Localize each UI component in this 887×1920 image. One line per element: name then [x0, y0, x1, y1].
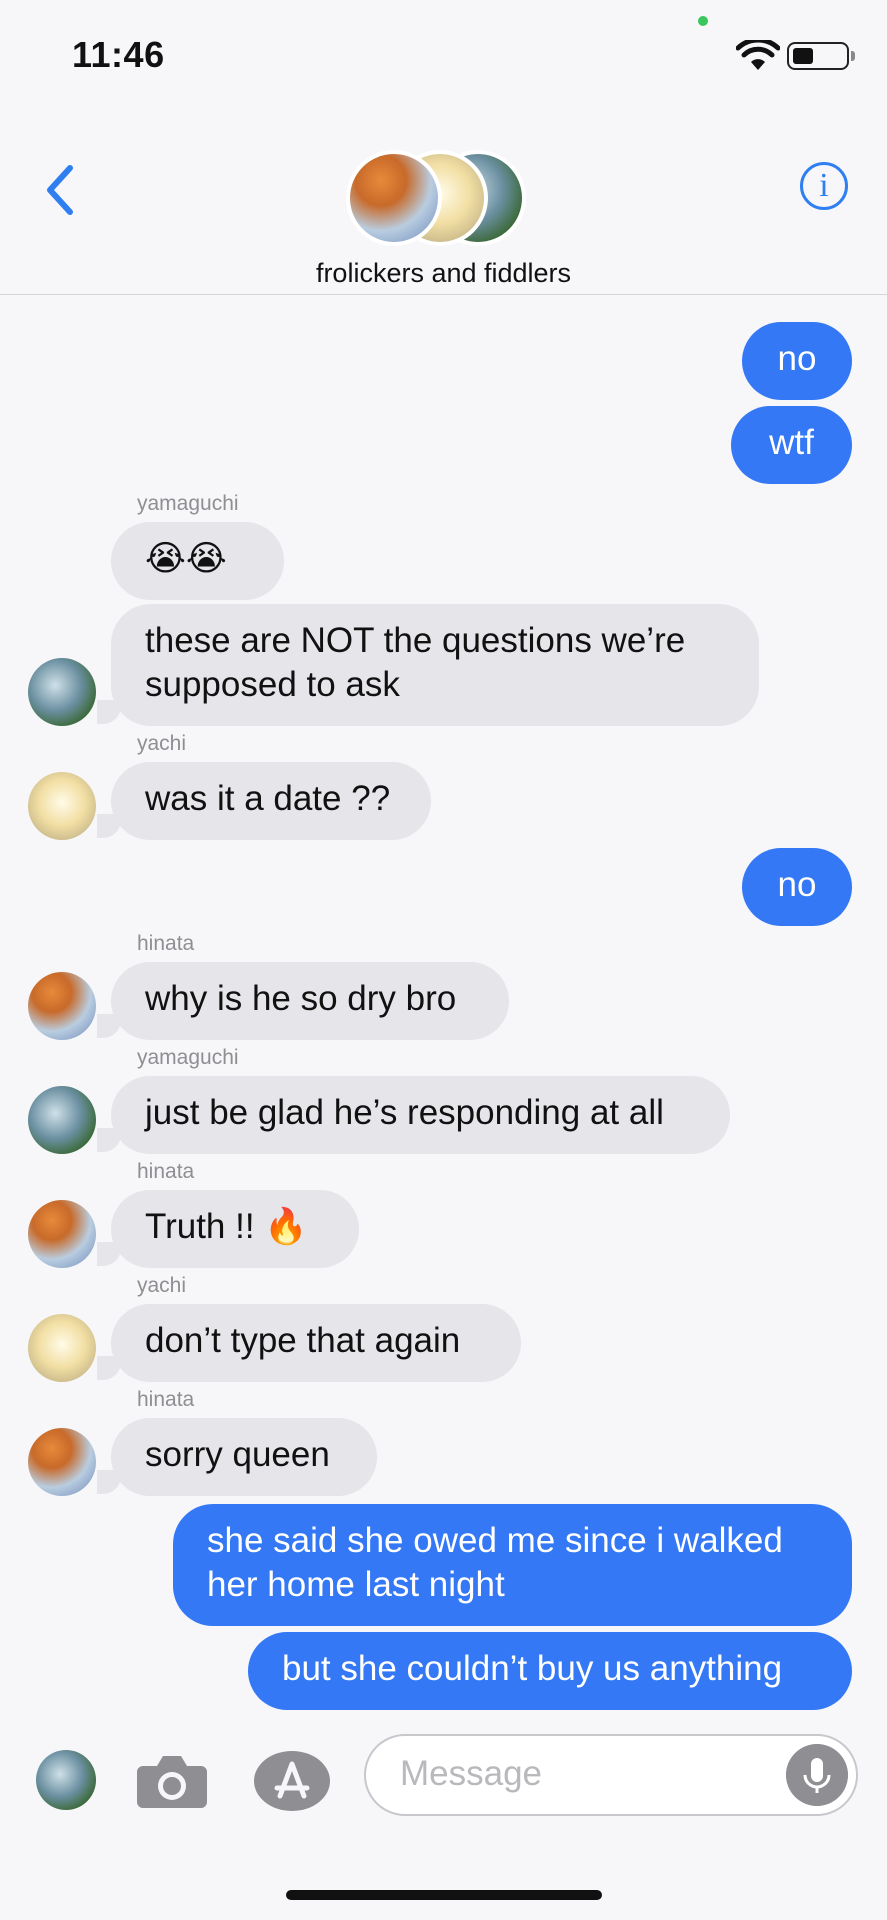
- incoming-message[interactable]: why is he so dry bro: [111, 962, 509, 1040]
- incoming-message[interactable]: was it a date ??: [111, 762, 431, 840]
- sender-name: yamaguchi: [137, 492, 239, 515]
- sender-name: hinata: [137, 1160, 195, 1183]
- avatar: [346, 150, 442, 246]
- avatar[interactable]: [28, 1200, 96, 1268]
- memoji-avatar-button[interactable]: [36, 1750, 96, 1810]
- group-title[interactable]: frolickers and fiddlers: [0, 258, 887, 289]
- avatar[interactable]: [28, 1086, 96, 1154]
- message-line: she said she owed me since i walked: [207, 1521, 783, 1560]
- avatar[interactable]: [28, 1428, 96, 1496]
- message-placeholder: Message: [400, 1754, 543, 1793]
- sender-name: hinata: [137, 1388, 195, 1411]
- message-line: supposed to ask: [145, 665, 400, 704]
- incoming-message[interactable]: sorry queen: [111, 1418, 377, 1496]
- status-bar: 11:46: [0, 0, 887, 100]
- battery-icon: [787, 42, 849, 70]
- outgoing-message[interactable]: no: [742, 322, 852, 400]
- bubble-tail: [97, 1014, 121, 1038]
- message-line: these are NOT the questions we’re: [145, 621, 686, 660]
- info-icon[interactable]: i: [800, 162, 848, 210]
- avatar[interactable]: [28, 1314, 96, 1382]
- appstore-icon[interactable]: [253, 1750, 331, 1812]
- incoming-message[interactable]: just be glad he’s responding at all: [111, 1076, 730, 1154]
- microphone-icon[interactable]: [786, 1744, 848, 1806]
- outgoing-message[interactable]: wtf: [731, 406, 852, 484]
- bubble-tail: [97, 1356, 121, 1380]
- message-input[interactable]: Message: [364, 1734, 858, 1816]
- bubble-tail: [97, 1128, 121, 1152]
- back-chevron-icon[interactable]: [40, 160, 80, 220]
- incoming-message[interactable]: 😭😭: [111, 522, 284, 600]
- bubble-tail: [97, 814, 121, 838]
- incoming-message[interactable]: don’t type that again: [111, 1304, 521, 1382]
- sender-name: yachi: [137, 732, 187, 755]
- outgoing-message[interactable]: no: [742, 848, 852, 926]
- group-avatars[interactable]: [346, 150, 526, 250]
- avatar[interactable]: [28, 772, 96, 840]
- message-thread[interactable]: no wtf yamaguchi 😭😭 these are NOT the qu…: [0, 294, 887, 1714]
- outgoing-message[interactable]: but she couldn’t buy us anything: [248, 1632, 852, 1710]
- wifi-icon: [736, 40, 780, 70]
- incoming-message[interactable]: these are NOT the questions we’re suppos…: [111, 604, 759, 726]
- home-indicator[interactable]: [286, 1890, 602, 1900]
- battery-nub: [851, 51, 855, 61]
- outgoing-message[interactable]: she said she owed me since i walked her …: [173, 1504, 852, 1626]
- status-time: 11:46: [72, 34, 165, 75]
- bubble-tail: [97, 700, 121, 724]
- incoming-message[interactable]: Truth !! 🔥: [111, 1190, 359, 1268]
- privacy-indicator: [698, 16, 708, 26]
- bubble-tail: [97, 1470, 121, 1494]
- avatar[interactable]: [28, 972, 96, 1040]
- bubble-tail: [97, 1242, 121, 1266]
- message-line: her home last night: [207, 1565, 505, 1604]
- conversation-header: frolickers and fiddlers i: [0, 100, 887, 295]
- sender-name: yamaguchi: [137, 1046, 239, 1069]
- sender-name: yachi: [137, 1274, 187, 1297]
- camera-icon[interactable]: [135, 1752, 209, 1810]
- avatar[interactable]: [28, 658, 96, 726]
- sender-name: hinata: [137, 932, 195, 955]
